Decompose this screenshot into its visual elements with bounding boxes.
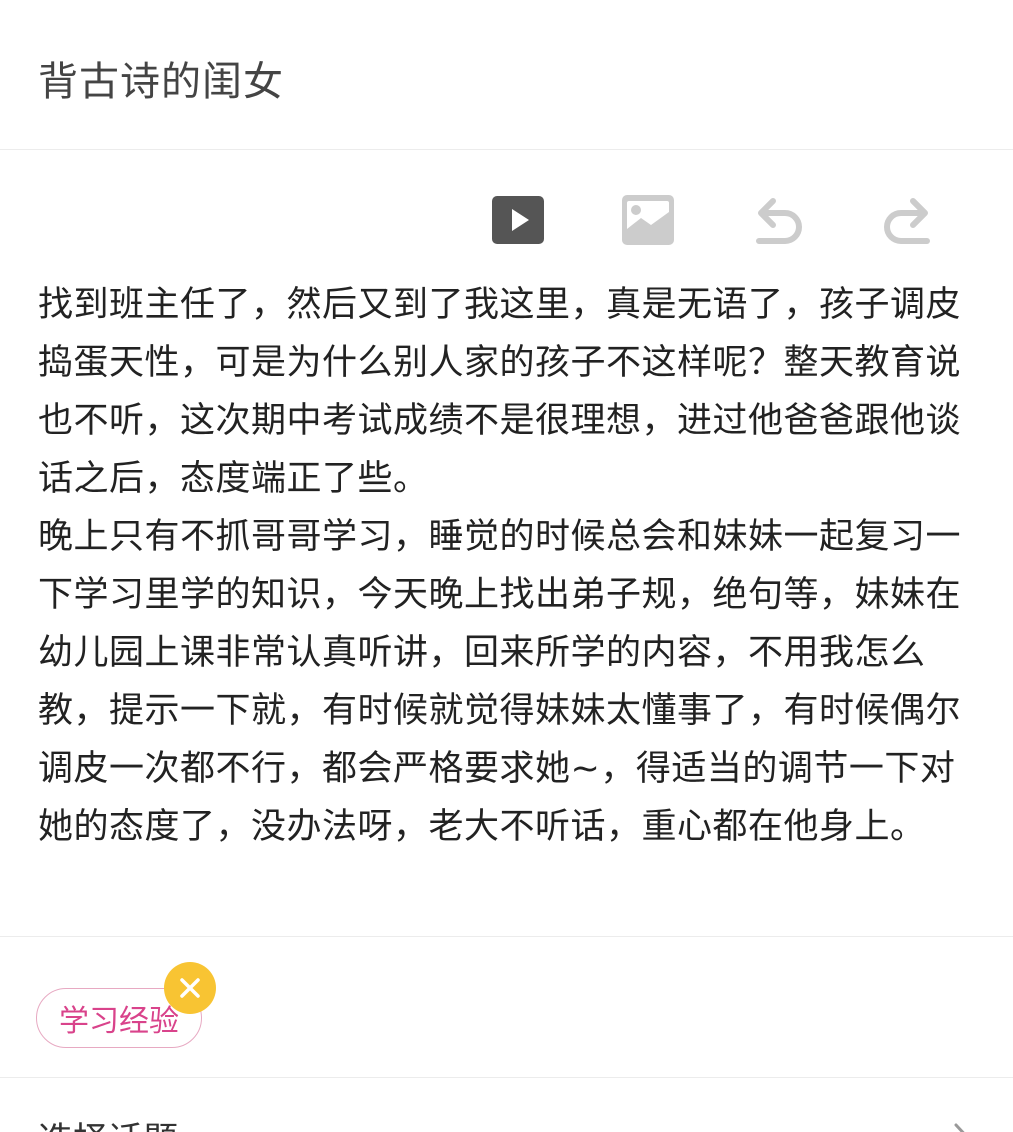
post-title[interactable]: 背古诗的闺女 xyxy=(38,56,284,108)
undo-icon xyxy=(756,198,802,244)
image-icon xyxy=(622,195,674,245)
paragraph: 找到班主任了，然后又到了我这里，真是无语了，孩子调皮捣蛋天性，可是为什么别人家的… xyxy=(38,285,962,499)
tag-label: 学习经验 xyxy=(59,1004,179,1039)
title-bar: 背古诗的闺女 xyxy=(0,0,1013,150)
redo-button[interactable] xyxy=(878,188,938,252)
video-icon xyxy=(492,196,544,244)
editor-text[interactable]: 找到班主任了，然后又到了我这里，真是无语了，孩子调皮捣蛋天性，可是为什么别人家的… xyxy=(38,280,983,856)
chevron-right-icon xyxy=(954,1123,965,1132)
topic-label: 选择话题 xyxy=(38,1118,178,1132)
close-icon xyxy=(180,978,200,998)
editor-toolbar xyxy=(0,150,1013,290)
paragraph: 晚上只有不抓哥哥学习，睡觉的时候总会和妹妹一起复习一下学习里学的知识，今天晚上找… xyxy=(38,517,962,847)
undo-button[interactable] xyxy=(748,188,808,252)
tag-area: 学习经验 xyxy=(0,937,1013,1077)
remove-tag-button[interactable] xyxy=(164,962,216,1014)
insert-video-button[interactable] xyxy=(488,188,548,252)
redo-icon xyxy=(884,198,930,244)
insert-image-button[interactable] xyxy=(618,188,678,252)
editor-body[interactable]: 找到班主任了，然后又到了我这里，真是无语了，孩子调皮捣蛋天性，可是为什么别人家的… xyxy=(0,280,1013,935)
select-topic-row[interactable]: 选择话题 xyxy=(0,1078,1013,1132)
